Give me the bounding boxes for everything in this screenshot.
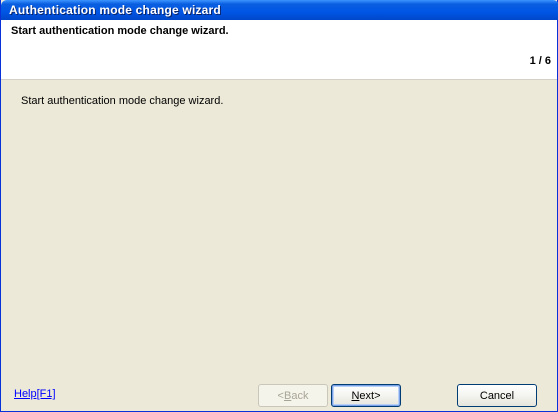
wizard-header: Start authentication mode change wizard.… <box>1 20 557 80</box>
window-title: Authentication mode change wizard <box>9 3 221 17</box>
back-button-mnemonic: B <box>283 389 292 402</box>
page-title: Start authentication mode change wizard. <box>11 25 229 37</box>
wizard-window: Authentication mode change wizard Start … <box>0 0 558 412</box>
step-indicator: 1 / 6 <box>529 55 551 67</box>
cancel-button-label: Cancel <box>479 389 515 402</box>
next-button-suffix: ext> <box>359 389 381 402</box>
back-button[interactable]: < Back <box>258 384 328 407</box>
cancel-button[interactable]: Cancel <box>457 384 537 407</box>
next-button-mnemonic: N <box>351 389 360 402</box>
back-button-suffix: ack <box>291 389 309 402</box>
next-button[interactable]: Next> <box>331 384 401 407</box>
help-link[interactable]: Help[F1] <box>14 388 56 400</box>
title-bar[interactable]: Authentication mode change wizard <box>1 0 558 20</box>
wizard-message: Start authentication mode change wizard. <box>21 95 224 107</box>
